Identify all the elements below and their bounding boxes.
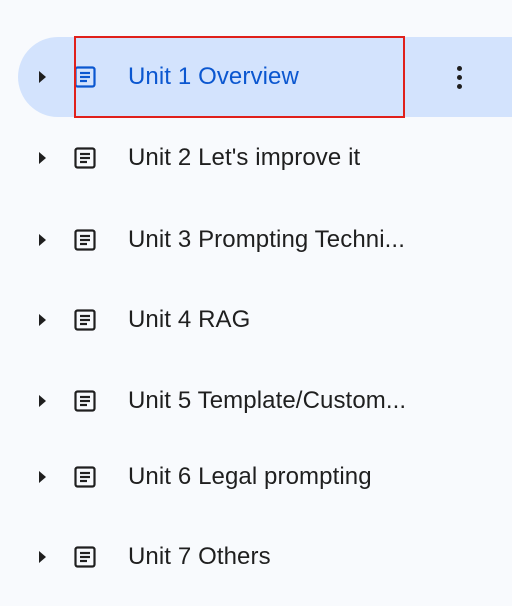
- document-icon: [74, 66, 96, 88]
- outline-item-unit-2[interactable]: Unit 2 Let's improve it: [18, 118, 512, 198]
- caret-right-icon[interactable]: [39, 71, 46, 83]
- outline-item-label: Unit 4 RAG: [128, 306, 251, 333]
- caret-right-icon[interactable]: [39, 314, 46, 326]
- document-icon: [74, 229, 96, 251]
- caret-right-icon[interactable]: [39, 234, 46, 246]
- document-icon: [74, 147, 96, 169]
- caret-right-icon[interactable]: [39, 471, 46, 483]
- document-icon: [74, 466, 96, 488]
- outline-item-unit-6[interactable]: Unit 6 Legal prompting: [18, 437, 512, 517]
- outline-item-label: Unit 5 Template/Custom...: [128, 387, 407, 414]
- outline-item-unit-7[interactable]: Unit 7 Others: [18, 517, 512, 597]
- outline-item-unit-3[interactable]: Unit 3 Prompting Techni...: [18, 200, 512, 280]
- more-vert-icon[interactable]: [443, 57, 475, 97]
- outline-item-label: Unit 1 Overview: [128, 63, 299, 90]
- document-icon: [74, 309, 96, 331]
- caret-right-icon[interactable]: [39, 395, 46, 407]
- document-icon: [74, 390, 96, 412]
- outline-item-label: Unit 3 Prompting Techni...: [128, 226, 405, 253]
- document-icon: [74, 546, 96, 568]
- document-outline: Unit 1 Overview Unit 2 Let's improve it …: [0, 0, 512, 606]
- outline-item-label: Unit 7 Others: [128, 543, 271, 570]
- outline-item-label: Unit 2 Let's improve it: [128, 144, 361, 171]
- outline-item-unit-4[interactable]: Unit 4 RAG: [18, 280, 512, 360]
- outline-item-unit-1[interactable]: Unit 1 Overview: [18, 37, 512, 117]
- outline-item-label: Unit 6 Legal prompting: [128, 463, 372, 490]
- outline-item-unit-5[interactable]: Unit 5 Template/Custom...: [18, 361, 512, 441]
- caret-right-icon[interactable]: [39, 551, 46, 563]
- caret-right-icon[interactable]: [39, 152, 46, 164]
